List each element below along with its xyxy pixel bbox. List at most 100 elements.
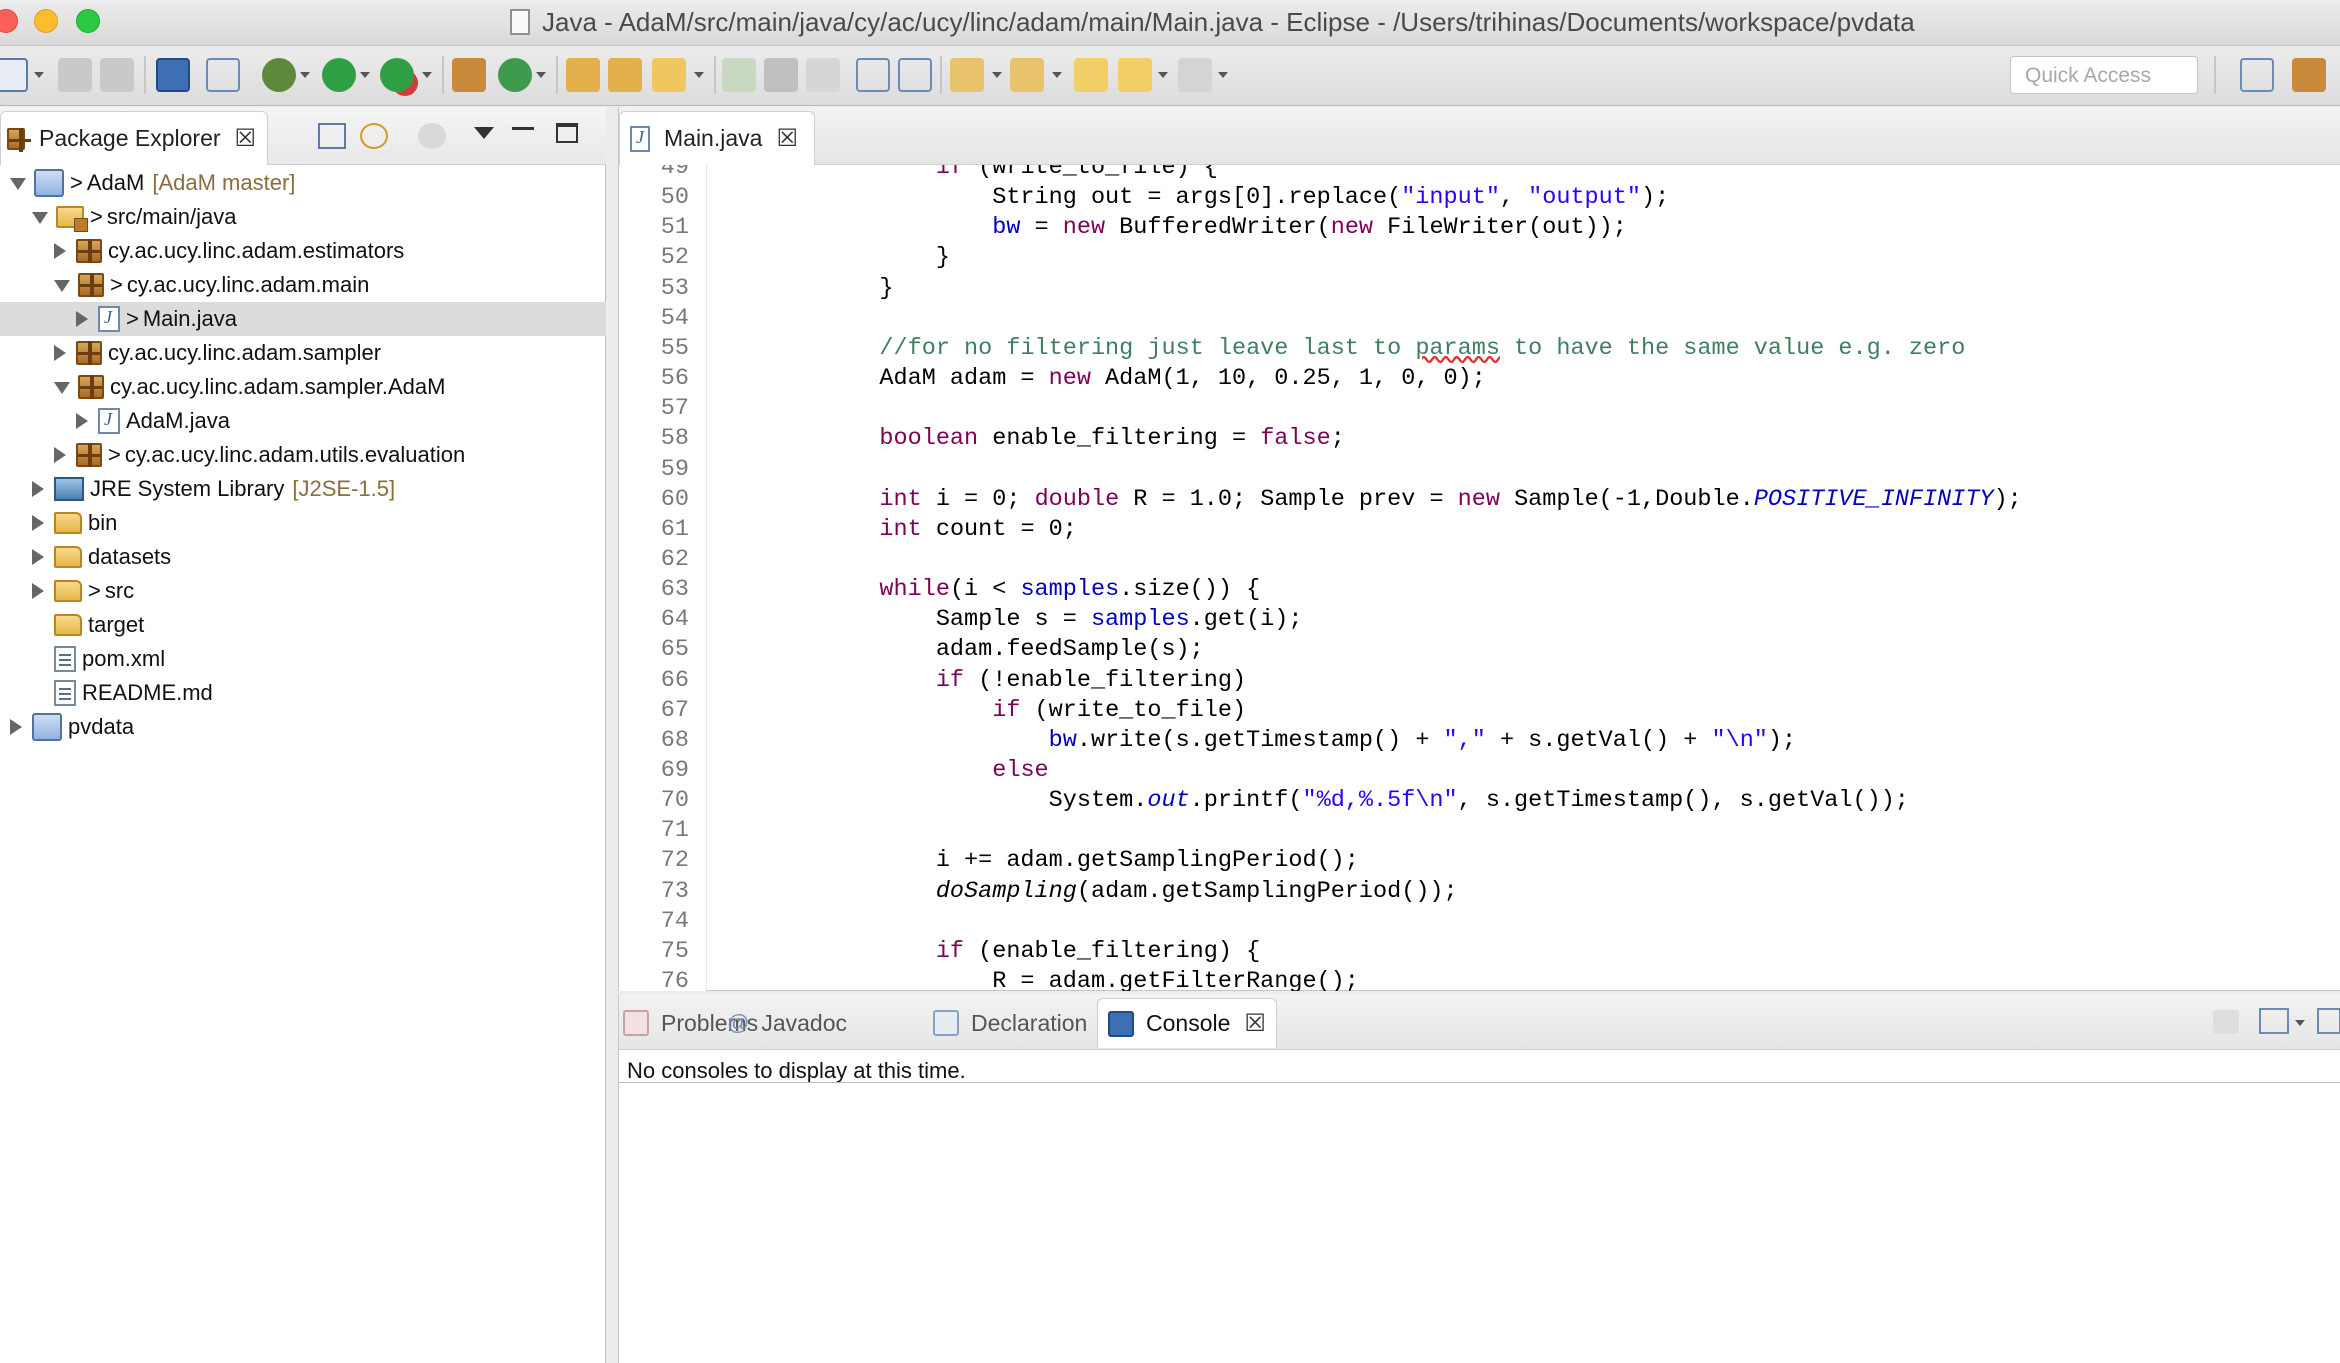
tree-item-hint: [AdaM master] — [152, 170, 296, 195]
chevron-right-icon[interactable] — [32, 515, 44, 531]
tree-item[interactable]: > src/main/java — [0, 200, 606, 234]
whitespace-icon[interactable] — [806, 58, 840, 92]
next-annotation-icon[interactable] — [950, 58, 984, 92]
line-number: 68 — [660, 726, 689, 754]
maximize-icon[interactable] — [556, 123, 578, 143]
chevron-right-icon[interactable] — [54, 447, 66, 463]
tree-item-label: src — [104, 578, 135, 603]
console-message: No consoles to display at this time. — [627, 1058, 966, 1083]
chevron-right-icon[interactable] — [54, 243, 66, 259]
terminal-icon[interactable] — [156, 58, 190, 92]
zoom-window-button[interactable] — [76, 9, 100, 33]
chevron-right-icon[interactable] — [32, 549, 44, 565]
tree-item[interactable]: > cy.ac.ucy.linc.adam.main — [0, 268, 606, 302]
code-text: System.out.printf("%d,%.5f\n", s.getTime… — [823, 787, 1909, 815]
document-icon — [510, 9, 530, 35]
tree-item[interactable]: pom.xml — [0, 642, 606, 676]
display-console-icon[interactable] — [2259, 1008, 2289, 1034]
annotation-icon[interactable] — [722, 58, 756, 92]
tree-item[interactable]: cy.ac.ucy.linc.adam.estimators — [0, 234, 606, 268]
link-with-editor-icon[interactable] — [360, 123, 388, 149]
chevron-right-icon[interactable] — [32, 481, 44, 497]
tree-item[interactable]: > src — [0, 574, 606, 608]
save-all-icon[interactable] — [100, 58, 134, 92]
close-window-button[interactable] — [0, 9, 18, 33]
collapse-all-icon[interactable] — [318, 123, 346, 149]
tree-item[interactable]: pvdata — [0, 710, 606, 744]
tree-item[interactable]: cy.ac.ucy.linc.adam.sampler.AdaM — [0, 370, 606, 404]
code-line: 58 boolean enable_filtering = false; — [619, 425, 2340, 455]
tree-item[interactable]: datasets — [0, 540, 606, 574]
code-editor[interactable]: 49 if (write_to_file) {50 String out = a… — [619, 165, 2340, 991]
highlight-icon[interactable] — [764, 58, 798, 92]
new-icon[interactable] — [0, 58, 28, 92]
code-line: 75 if (enable_filtering) { — [619, 938, 2340, 968]
chevron-right-icon[interactable] — [32, 583, 44, 599]
minimize-icon[interactable] — [512, 127, 534, 130]
chevron-right-icon[interactable] — [76, 311, 88, 327]
source-folder-icon — [56, 206, 88, 232]
view-menu-icon[interactable] — [474, 127, 494, 139]
last-edit-icon[interactable] — [1074, 58, 1108, 92]
tree-item[interactable]: JRE System Library [J2SE-1.5] — [0, 472, 606, 506]
forward-icon[interactable] — [1178, 58, 1212, 92]
chevron-right-icon[interactable] — [76, 413, 88, 429]
tab-package-explorer[interactable]: Package Explorer ☒ — [0, 111, 268, 165]
folder-icon — [54, 580, 82, 602]
chevron-down-icon[interactable] — [54, 382, 70, 394]
debug-icon[interactable] — [262, 58, 296, 92]
chevron-down-icon[interactable] — [10, 178, 26, 190]
block-selection-icon[interactable] — [856, 58, 890, 92]
minimize-window-button[interactable] — [34, 9, 58, 33]
line-number: 57 — [660, 395, 689, 423]
package-icon — [78, 273, 104, 297]
line-number: 52 — [660, 244, 689, 272]
tree-item[interactable]: AdaM.java — [0, 404, 606, 438]
tree-item[interactable]: README.md — [0, 676, 606, 710]
open-perspective-icon[interactable] — [2240, 58, 2274, 92]
code-line: 63 while(i < samples.size()) { — [619, 576, 2340, 606]
tree-item[interactable]: bin — [0, 506, 606, 540]
run-icon[interactable] — [322, 58, 356, 92]
pin-console-icon[interactable] — [2213, 1010, 2239, 1034]
tree-item[interactable]: > cy.ac.ucy.linc.adam.utils.evaluation — [0, 438, 606, 472]
new-class-icon[interactable] — [498, 58, 532, 92]
code-line: 54 — [619, 305, 2340, 335]
java-perspective-icon[interactable] — [2292, 58, 2326, 92]
chevron-down-icon[interactable] — [32, 212, 48, 224]
new-package-icon[interactable] — [452, 58, 486, 92]
tree-item[interactable]: cy.ac.ucy.linc.adam.sampler — [0, 336, 606, 370]
chevron-right-icon[interactable] — [10, 719, 22, 735]
prev-annotation-icon[interactable] — [1010, 58, 1044, 92]
chevron-down-icon[interactable] — [54, 280, 70, 292]
focus-icon[interactable] — [418, 123, 446, 149]
quick-access-input[interactable]: Quick Access — [2010, 56, 2198, 94]
save-icon[interactable] — [58, 58, 92, 92]
back-icon[interactable] — [1118, 58, 1152, 92]
close-icon[interactable]: ☒ — [776, 126, 798, 151]
run-external-icon[interactable] — [380, 58, 414, 92]
skip-breakpoints-icon[interactable] — [206, 58, 240, 92]
package-explorer-icon — [7, 127, 31, 152]
tree-item-hint: [J2SE-1.5] — [292, 476, 396, 501]
tab-main-java[interactable]: Main.java ☒ — [619, 111, 815, 165]
open-console-icon[interactable] — [2317, 1008, 2340, 1034]
code-text: i += adam.getSamplingPeriod(); — [823, 847, 1359, 875]
package-icon — [78, 375, 104, 399]
new-dropdown-icon[interactable] — [34, 72, 44, 78]
tab-console[interactable]: Console ☒ — [1097, 998, 1277, 1048]
show-whitespace-icon[interactable] — [898, 58, 932, 92]
close-icon[interactable]: ☒ — [235, 126, 257, 151]
tab-javadoc[interactable]: @ Javadoc — [727, 998, 847, 1048]
chevron-right-icon[interactable] — [54, 345, 66, 361]
open-type-icon[interactable] — [566, 58, 600, 92]
open-task-icon[interactable] — [608, 58, 642, 92]
close-icon[interactable]: ☒ — [1244, 1011, 1266, 1036]
tree-item[interactable]: > AdaM [AdaM master] — [0, 166, 606, 200]
tree-item[interactable]: >Main.java — [0, 302, 606, 336]
code-text: while(i < samples.size()) { — [879, 576, 1261, 604]
library-icon — [54, 477, 84, 501]
search-icon[interactable] — [652, 58, 686, 92]
tab-declaration[interactable]: Declaration — [933, 998, 1087, 1048]
tree-item[interactable]: target — [0, 608, 606, 642]
